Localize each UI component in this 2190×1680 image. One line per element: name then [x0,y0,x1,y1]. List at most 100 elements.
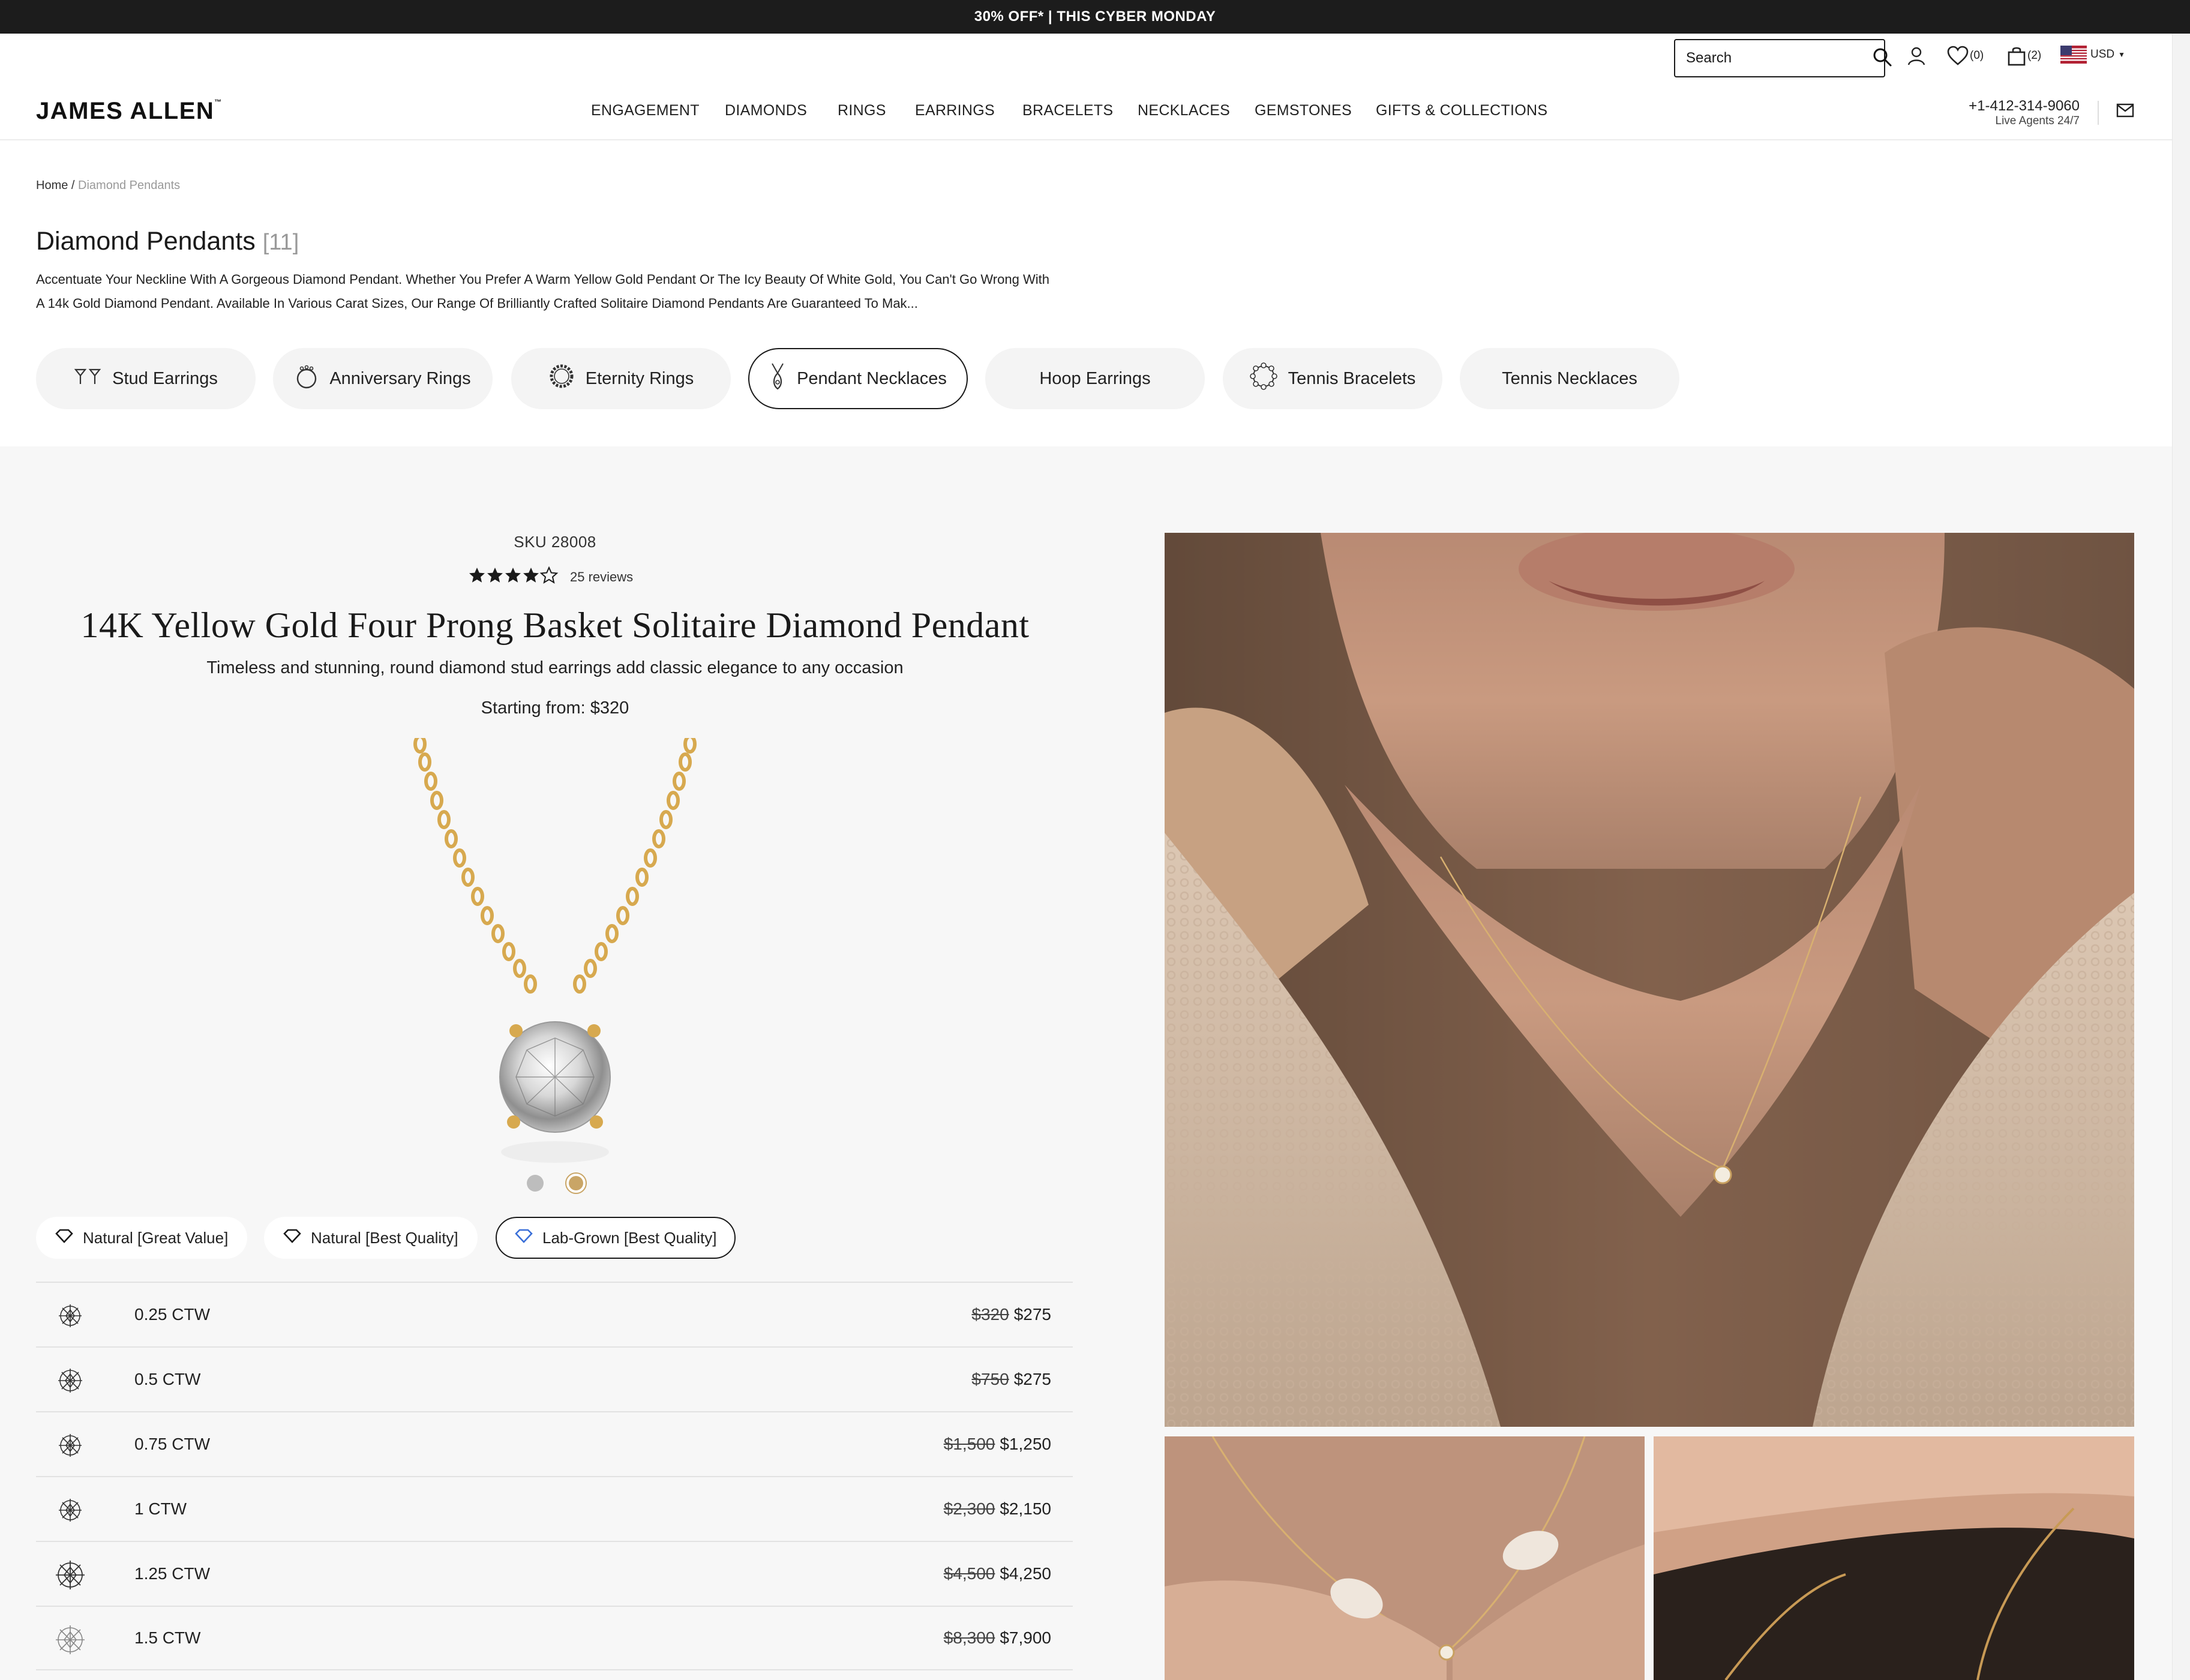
wishlist-button[interactable]: (0) [1947,46,1984,66]
nav-bracelets[interactable]: BRACELETS [1022,102,1113,119]
chip-tennis-necklaces[interactable]: Tennis Necklaces [1460,348,1679,409]
phone-note: Live Agents 24/7 [1995,115,2080,127]
chip-pendant-necklaces[interactable]: Pendant Necklaces [748,348,968,409]
product-subtitle: Timeless and stunning, round diamond stu… [206,658,904,677]
search-input[interactable] [1686,50,1872,67]
metal-swatch-yellow-gold[interactable] [565,1172,587,1194]
nav-rings[interactable]: RINGS [838,102,886,119]
sale-price: $1,250 [1000,1435,1051,1453]
diamond-shape-icon [54,1559,86,1594]
cart-count: (2) [2027,49,2042,62]
price: $4,500 $4,250 [944,1564,1051,1583]
quality-lab-grown-best-quality[interactable]: Lab-Grown [Best Quality] [496,1217,736,1259]
header-divider [2098,101,2099,125]
phone-contact[interactable]: +1-412-314-9060 Live Agents 24/7 [1962,98,2080,128]
search-icon[interactable] [1872,47,1892,70]
quality-label: Natural [Best Quality] [311,1228,458,1247]
diamond-shape-icon [54,1429,86,1465]
model-wearing-pendant-photo[interactable] [1165,533,2134,1427]
pendant-closeup-photo[interactable] [1654,1436,2134,1680]
promo-banner[interactable]: 30% OFF* | THIS CYBER MONDAY [0,0,2190,34]
chip-label: Anniversary Rings [329,368,471,388]
diamond-icon [283,1229,311,1247]
breadcrumb-home[interactable]: Home [36,179,68,192]
chip-stud-earrings[interactable]: Stud Earrings [36,348,256,409]
price: $8,300 $7,900 [944,1628,1051,1648]
chevron-down-icon: ▼ [2118,50,2126,59]
wishlist-count: (0) [1970,49,1984,62]
heart-icon [1947,46,1969,66]
original-price: $750 [971,1370,1009,1388]
size-option-row[interactable]: 1.25 CTW $4,500 $4,250 [36,1541,1073,1606]
original-price: $320 [971,1305,1009,1324]
product-image[interactable] [396,734,714,1173]
price: $750 $275 [971,1370,1051,1389]
mail-icon[interactable] [2116,103,2134,121]
size-option-row[interactable]: 1.5 CTW $8,300 $7,900 [36,1606,1073,1670]
shopping-bag-icon [2007,46,2026,66]
promo-text: 30% OFF* | THIS CYBER MONDAY [974,8,1216,25]
category-description: Accentuate Your Neckline With A Gorgeous… [36,272,1049,311]
chip-anniversary-rings[interactable]: Anniversary Rings [273,348,493,409]
account-icon[interactable] [1906,46,1927,66]
scrollbar[interactable] [2172,34,2190,1680]
size-option-row[interactable]: 1 CTW $2,300 $2,150 [36,1476,1073,1541]
diamond-shape-icon [54,1364,86,1400]
metal-swatch-white-gold[interactable] [527,1175,544,1192]
hand-holding-pendant-photo[interactable] [1165,1436,1645,1680]
carat-weight: 0.5 CTW [134,1370,201,1388]
chip-tennis-bracelets[interactable]: Tennis Bracelets [1223,348,1442,409]
size-option-row[interactable]: 0.75 CTW $1,500 $1,250 [36,1411,1073,1476]
nav-gifts-collections[interactable]: GIFTS & COLLECTIONS [1376,102,1547,119]
eternity-ring-icon [548,363,586,394]
size-option-row[interactable]: 0.5 CTW $750 $275 [36,1346,1073,1411]
main-nav: ENGAGEMENT DIAMONDS RINGS EARRINGS BRACE… [0,102,2190,126]
original-price: $8,300 [943,1628,995,1647]
nav-diamonds[interactable]: DIAMONDS [725,102,807,119]
price: $2,300 $2,150 [944,1499,1051,1519]
original-price: $1,500 [943,1435,995,1453]
review-count[interactable]: 25 reviews [570,569,633,585]
chip-hoop-earrings[interactable]: Hoop Earrings [985,348,1205,409]
sale-price: $2,150 [1000,1499,1051,1518]
search-box[interactable] [1674,39,1892,77]
quality-label: Natural [Great Value] [83,1228,229,1247]
chip-label: Eternity Rings [585,368,694,388]
us-flag-icon [2060,46,2087,64]
nav-gemstones[interactable]: GEMSTONES [1255,102,1352,119]
chip-label: Hoop Earrings [1039,368,1151,388]
currency-selector[interactable]: USD ▼ [2060,46,2125,64]
sale-price: $4,250 [1000,1564,1051,1583]
breadcrumb: Home / Diamond Pendants [36,179,180,193]
product-rating[interactable]: 25 reviews [468,566,633,587]
quality-natural-great-value[interactable]: Natural [Great Value] [36,1217,248,1259]
category-count: [11] [262,230,299,255]
diamond-shape-icon [54,1300,86,1335]
nav-earrings[interactable]: EARRINGS [915,102,995,119]
starting-price: Starting from: $320 [481,698,629,718]
breadcrumb-separator: / [68,179,79,192]
chip-label: Tennis Necklaces [1502,368,1637,388]
header-divider-line [0,139,2172,140]
quality-label: Lab-Grown [Best Quality] [542,1228,717,1247]
nav-engagement[interactable]: ENGAGEMENT [591,102,700,119]
quality-natural-best-quality[interactable]: Natural [Best Quality] [264,1217,478,1259]
size-option-row[interactable]: 0.25 CTW $320 $275 [36,1282,1073,1346]
price: $1,500 $1,250 [944,1435,1051,1454]
nav-necklaces[interactable]: NECKLACES [1138,102,1230,119]
phone-number: +1-412-314-9060 [1969,98,2080,114]
cart-button[interactable]: (2) [2007,46,2041,66]
pendant-icon [769,362,797,395]
price: $320 $275 [971,1305,1051,1324]
breadcrumb-current: Diamond Pendants [78,179,181,192]
carat-weight: 0.75 CTW [134,1435,211,1453]
ring-icon [295,363,329,394]
bracelet-icon [1249,362,1288,395]
carat-weight: 1 CTW [134,1499,187,1518]
carat-weight: 1.5 CTW [134,1628,201,1647]
chip-eternity-rings[interactable]: Eternity Rings [511,348,731,409]
stud-earrings-icon [74,366,112,391]
chip-label: Stud Earrings [112,368,218,388]
diamond-icon [55,1229,83,1247]
original-price: $4,500 [943,1564,995,1583]
